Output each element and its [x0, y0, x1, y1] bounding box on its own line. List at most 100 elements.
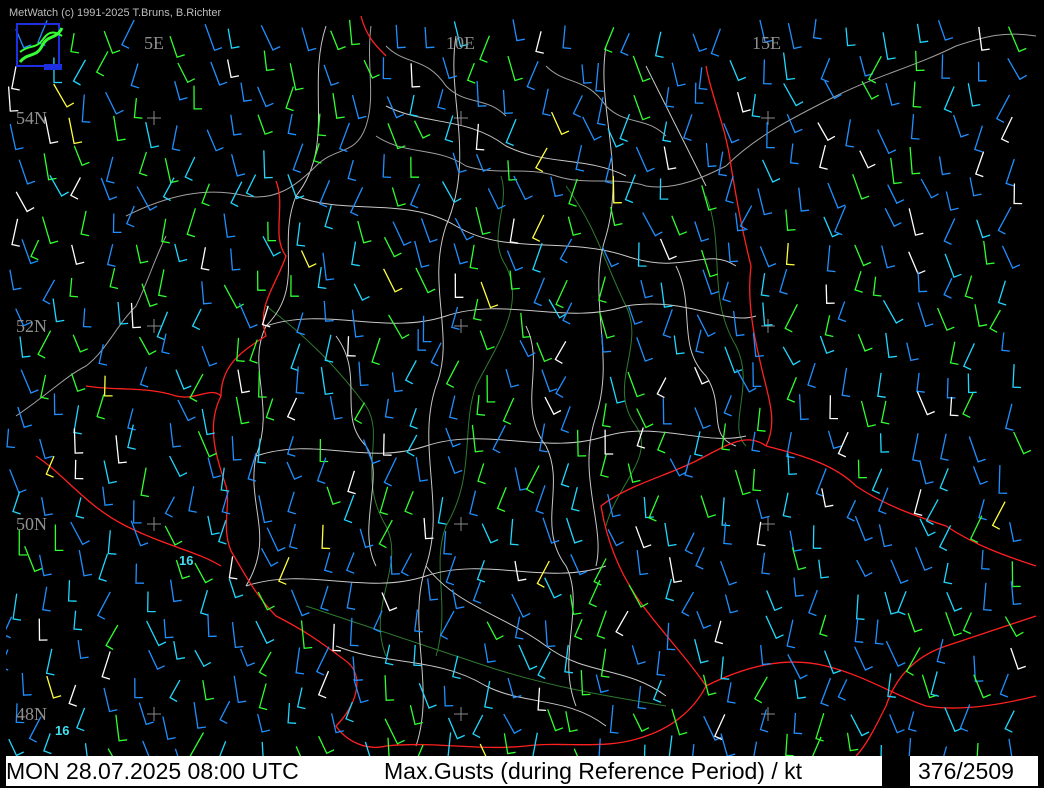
- wind-barb: [785, 209, 796, 232]
- wind-barb: [897, 590, 907, 616]
- wind-barb: [850, 714, 870, 737]
- wind-barb: [573, 619, 583, 641]
- wind-barb: [74, 459, 84, 480]
- wind-barb: [978, 499, 987, 521]
- wind-barb: [404, 360, 417, 385]
- wind-barb: [45, 648, 55, 676]
- wind-barb: [174, 81, 188, 101]
- wind-barb: [70, 177, 81, 200]
- wind-barb: [598, 738, 601, 756]
- wind-barb: [854, 271, 863, 293]
- wind-barb: [696, 610, 712, 629]
- wind-barb: [509, 218, 519, 244]
- wind-barb: [219, 700, 231, 724]
- wind-barb: [815, 468, 827, 498]
- wind-barb: [995, 94, 1011, 123]
- wind-barb: [789, 143, 799, 165]
- wind-barb: [912, 81, 922, 108]
- wind-barb: [718, 151, 727, 177]
- wind-barb: [323, 552, 333, 574]
- forecast-datetime: MON 28.07.2025 08:00 UTC: [6, 758, 299, 784]
- wind-barb: [700, 495, 716, 519]
- wind-barb: [593, 558, 607, 586]
- wind-barb: [859, 150, 876, 169]
- wind-barb: [219, 741, 227, 756]
- wind-barb: [296, 687, 306, 710]
- wind-barb: [785, 243, 795, 266]
- graticule-cross: [454, 707, 468, 721]
- wind-barb: [472, 581, 482, 604]
- wind-barb: [267, 221, 277, 242]
- wind-barb: [390, 555, 400, 575]
- wind-barb: [734, 469, 751, 496]
- station-value: 16: [55, 723, 70, 738]
- wind-barb: [722, 281, 731, 303]
- wind-barb: [846, 499, 857, 522]
- wind-barb: [874, 619, 884, 645]
- wind-barb: [163, 619, 174, 639]
- wind-barb: [443, 685, 454, 707]
- wind-barb: [962, 343, 975, 371]
- wind-barb: [169, 579, 182, 603]
- wind-barb: [812, 18, 822, 40]
- wind-barb: [112, 213, 122, 234]
- graticule-cross: [761, 319, 775, 333]
- wind-barb: [348, 19, 360, 46]
- wind-barb: [833, 205, 847, 236]
- wind-barb: [145, 121, 160, 149]
- wind-barb: [732, 310, 745, 337]
- wind-barb: [542, 88, 551, 117]
- wind-barb: [989, 309, 1001, 333]
- wind-barb: [723, 395, 732, 417]
- wind-barb: [98, 553, 109, 582]
- wind-barb: [759, 246, 777, 268]
- wind-barb: [507, 160, 518, 181]
- wind-barb: [941, 54, 951, 79]
- wind-barb: [107, 748, 114, 756]
- wind-barb: [19, 336, 31, 358]
- wind-barb: [9, 469, 27, 494]
- wind-barb: [386, 96, 405, 119]
- wind-barb: [20, 369, 39, 394]
- wind-barb: [765, 615, 784, 640]
- wind-barb: [323, 64, 340, 87]
- wind-barb: [84, 743, 88, 756]
- wind-barb: [533, 277, 546, 307]
- wind-barb: [841, 367, 851, 398]
- wind-barb: [656, 377, 667, 399]
- wind-barb: [991, 501, 1006, 530]
- wind-barb: [760, 273, 770, 297]
- wind-barb: [560, 406, 571, 434]
- wind-barb: [265, 398, 275, 421]
- wind-barb: [882, 299, 904, 324]
- wind-barb: [1004, 616, 1024, 638]
- wind-barb: [637, 242, 647, 267]
- wind-barb: [656, 431, 666, 454]
- station-count: 376/2509: [918, 758, 1014, 784]
- wind-barb: [220, 467, 230, 492]
- wind-barb: [263, 50, 275, 72]
- wind-barb: [652, 679, 662, 704]
- wind-barb: [615, 610, 629, 637]
- wind-barb: [227, 28, 240, 49]
- wind-barb: [42, 586, 51, 612]
- graticule: [147, 111, 775, 721]
- wind-barb: [857, 459, 867, 479]
- wind-barb: [978, 26, 990, 51]
- wind-barb: [694, 639, 709, 664]
- wind-barb: [766, 590, 783, 612]
- wind-barb: [6, 428, 16, 449]
- wind-barb: [595, 62, 604, 92]
- wind-barb: [221, 490, 231, 515]
- wind-barb: [698, 67, 708, 91]
- wind-barb: [338, 122, 351, 153]
- wind-barb: [537, 651, 551, 680]
- wind-barb: [727, 242, 739, 263]
- wind-barb: [705, 143, 717, 168]
- wind-barb: [320, 367, 334, 396]
- wind-barb: [477, 463, 486, 485]
- wind-barb: [505, 118, 517, 147]
- wind-barb: [819, 144, 828, 170]
- wind-barb: [11, 218, 20, 247]
- wind-barb: [38, 554, 52, 577]
